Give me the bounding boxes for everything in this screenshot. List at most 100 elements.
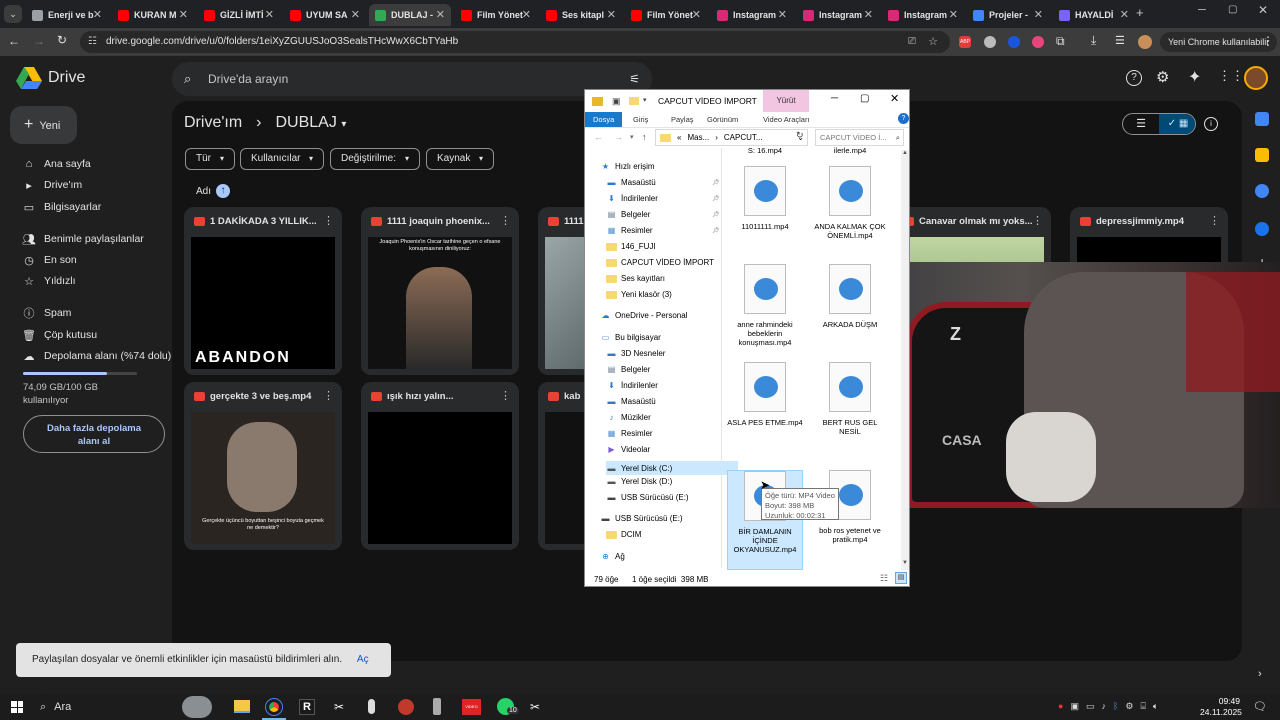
expand-panel-icon[interactable]: › [1258,668,1262,680]
explorer-close-button[interactable]: ✕ [890,92,899,105]
explorer-file-item[interactable]: S: 16.mp4 [727,146,803,155]
browser-tab[interactable]: DUBLAJ - ✕ [369,4,451,26]
nav-pane-item[interactable]: ▬ USB Sürücüsü (E:) [600,514,683,523]
browser-tab[interactable]: Projeler - ✕ [967,4,1049,26]
keep-icon[interactable] [1255,148,1269,162]
sort-by-name[interactable]: Adı ↑ [196,184,231,198]
tray-usb-icon[interactable]: ▭ [1086,701,1095,712]
nav-pane-item[interactable]: ⬇ İndirilenler 📌︎ [606,194,719,203]
drive-logo-icon[interactable] [16,67,42,89]
nav-pane-item[interactable]: ▬ Yerel Disk (D:) [606,477,673,486]
forward-arrow-icon[interactable]: → [33,34,45,48]
new-button[interactable]: + Yeni [10,106,77,144]
breadcrumb-root[interactable]: Drive'ım [184,114,242,132]
nav-pane-item[interactable]: ☁ OneDrive - Personal [600,311,688,320]
support-icon[interactable]: ? [1126,70,1142,86]
nav-pane-item[interactable]: Ses kayıtları [606,274,665,283]
nav-pane-item[interactable]: CAPCUT VİDEO İMPORT [606,258,714,267]
address-segment-2[interactable]: CAPCUT... [724,130,763,145]
address-bar[interactable]: ☷ drive.google.com/drive/u/0/folders/1ei… [80,31,950,53]
browser-tab[interactable]: Instagram ✕ [797,4,879,26]
toast-action-button[interactable]: Aç [357,654,369,665]
nav-pane-item[interactable]: ⬇ İndirilenler [606,381,658,390]
grid-view-button[interactable]: ✓ ▦ [1159,114,1195,134]
tab-close-icon[interactable]: ✕ [1120,8,1129,21]
large-icons-view-icon[interactable]: ▤ [895,572,907,584]
ribbon-tab[interactable]: Video Araçları [755,112,818,127]
reading-list-icon[interactable]: ☰ [1115,34,1125,47]
nav-pane-item[interactable]: ★ Hızlı erişim [600,162,655,171]
extension-adblock-icon[interactable]: ABP [959,36,971,48]
explorer-search-box[interactable]: CAPCUT VİDEO İ... ⌕ [815,129,904,146]
browser-tab[interactable]: Film Yönet ✕ [625,4,707,26]
nav-pane-item[interactable]: ▦ Resimler 📌︎ [606,226,720,235]
scroll-down-arrow-icon[interactable]: ▼ [902,560,908,566]
tray-speaker-icon[interactable]: 🔈︎ [1153,701,1158,712]
qat-dropdown-icon[interactable]: ▾ [643,96,647,104]
details-info-icon[interactable]: i [1204,117,1218,131]
file-card[interactable]: gerçekte 3 ve beş.mp4 ⋮ Gerçekte üçüncü bo… [184,382,342,550]
audio-app-taskbar-icon[interactable] [433,698,441,715]
tab-close-icon[interactable]: ✕ [351,8,360,21]
more-actions-icon[interactable]: ⋮ [323,389,334,402]
browser-tab[interactable]: UYUM SA ✕ [284,4,366,26]
explorer-file-item[interactable]: anne rahmindeki bebeklerin konuşması.mp4 [727,264,803,347]
tab-close-icon[interactable]: ✕ [1034,8,1043,21]
nav-pane-item[interactable]: ▤ Belgeler 📌︎ [606,210,720,219]
explorer-back-icon[interactable]: ← [594,132,603,142]
calendar-icon[interactable] [1255,112,1269,126]
tab-close-icon[interactable]: ✕ [692,8,701,21]
contacts-icon[interactable] [1255,222,1269,236]
tab-close-icon[interactable]: ✕ [607,8,616,21]
install-app-icon[interactable]: ⎚ [908,31,916,53]
tab-close-icon[interactable]: ✕ [265,8,274,21]
browser-tab[interactable]: GİZLİ İMTİ ✕ [198,4,280,26]
extension-blue-icon[interactable] [1008,36,1020,48]
ribbon-tab[interactable]: Dosya [585,112,623,127]
filter-chip[interactable]: Kullanıcılar ▾ [240,148,324,170]
tab-close-icon[interactable]: ✕ [179,8,188,21]
nav-pane-item[interactable]: ▦ Resimler [606,429,653,438]
explorer-forward-icon[interactable]: → [614,132,623,142]
file-card[interactable]: 1111 joaquin phoenix... ⋮ Joaquin Phoenix'… [361,207,519,375]
sidebar-item-home[interactable]: ⌂ Ana sayfa [22,155,91,173]
browser-tab[interactable]: Instagram ✕ [882,4,964,26]
address-segment-1[interactable]: Mas... [687,130,709,145]
browser-tab[interactable]: KURAN M ✕ [112,4,194,26]
download-icon[interactable]: ⤓ [1091,33,1096,48]
browser-tab[interactable]: Enerji ve b ✕ [26,4,108,26]
tray-mic-icon[interactable]: ♪ [1101,701,1106,712]
bookmark-star-icon[interactable]: ☆ [928,31,938,53]
get-more-storage-button[interactable]: Daha fazla depolama alanı al [23,415,165,453]
explorer-minimize-button[interactable]: ─ [831,93,838,104]
sidebar-item-starred[interactable]: ☆ Yıldızlı [22,272,75,290]
explorer-maximize-button[interactable]: ▢ [860,93,869,104]
maximize-window-button[interactable]: ▢ [1228,4,1237,15]
list-view-button[interactable]: ☰ [1123,114,1159,134]
help-icon[interactable]: ? [898,113,909,124]
sidebar-item-computers[interactable]: ▭ Bilgisayarlar [22,198,101,216]
nav-pane-item[interactable]: ▬ USB Sürücüsü (E:) [606,493,689,502]
tasks-icon[interactable] [1255,184,1269,198]
up-folder-icon[interactable]: ↑ [642,132,647,142]
nav-pane-item[interactable]: ⊕ Ağ [600,552,625,561]
more-actions-icon[interactable]: ⋮ [1032,214,1043,227]
tray-settings-icon[interactable]: ⚙ [1125,701,1133,712]
file-explorer-taskbar-icon[interactable] [234,700,250,713]
chrome-update-button[interactable]: Yeni Chrome kullanılabilir [1160,32,1278,52]
browser-tab[interactable]: Ses kitapl ✕ [540,4,622,26]
nav-pane-item[interactable]: ▤ Belgeler [606,365,651,374]
sidebar-item-recent[interactable]: ◷ En son [22,251,77,269]
search-icon[interactable]: ⌕ [184,62,191,96]
tab-close-icon[interactable]: ✕ [93,8,102,21]
more-actions-icon[interactable]: ⋮ [500,389,511,402]
explorer-file-item[interactable]: ilerle.mp4 [812,146,888,155]
nav-pane-item[interactable]: ▬ 3D Nesneler [606,349,666,358]
ribbon-tab[interactable]: Giriş [625,112,656,127]
more-actions-icon[interactable]: ⋮ [1209,214,1220,227]
video-editor-taskbar-icon[interactable]: VIDEO [462,699,481,715]
minimize-window-button[interactable]: ─ [1198,4,1206,16]
explorer-address-bar[interactable]: « Mas... › CAPCUT... ⌄ [655,129,808,146]
recent-locations-icon[interactable]: ▾ [630,133,634,141]
notification-center-icon[interactable]: 🗨︎ [1253,700,1267,713]
